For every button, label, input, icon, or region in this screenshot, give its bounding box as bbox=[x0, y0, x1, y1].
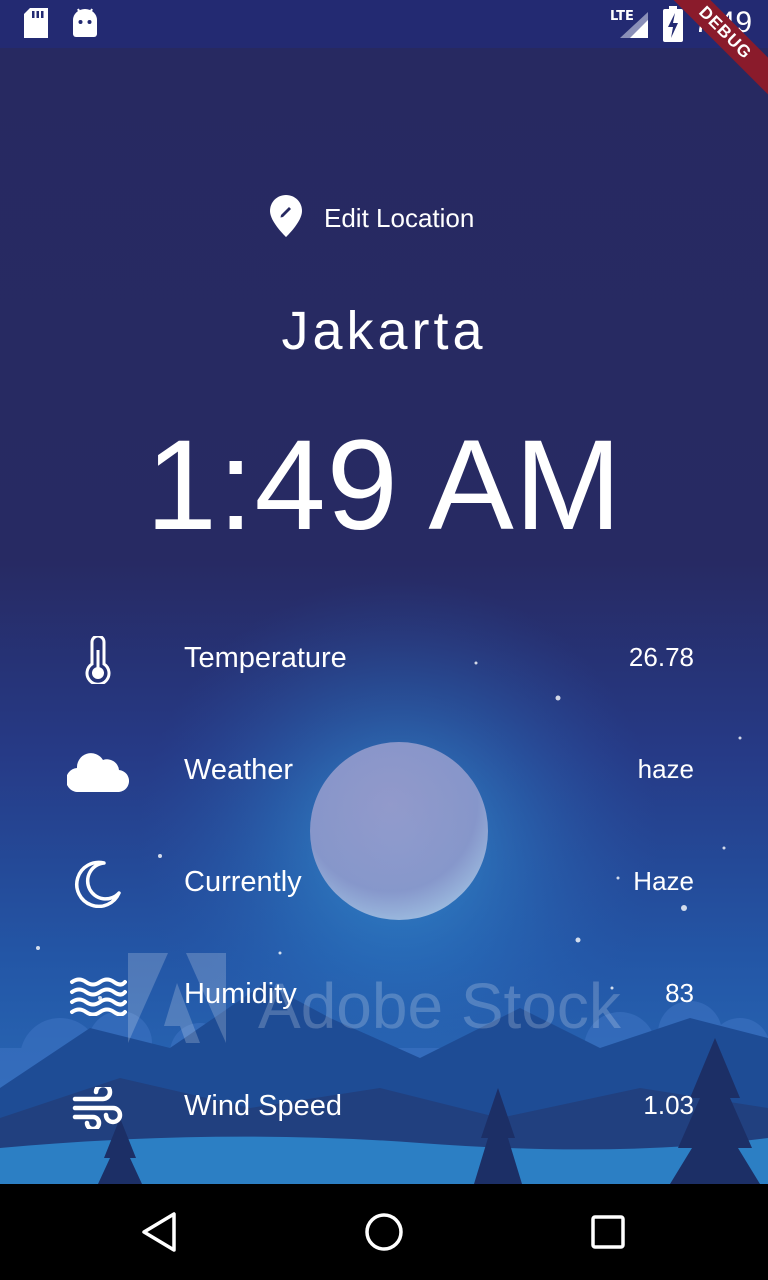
edit-location-button[interactable]: Edit Location bbox=[270, 194, 474, 242]
cloud-icon bbox=[66, 740, 130, 804]
thermometer-icon bbox=[66, 628, 130, 692]
local-time: 1:49 AM bbox=[145, 414, 623, 557]
row-weather: Weather haze bbox=[0, 740, 768, 804]
recents-button[interactable] bbox=[584, 1208, 632, 1256]
row-temperature: Temperature 26.78 bbox=[0, 628, 768, 692]
back-icon bbox=[142, 1212, 176, 1252]
row-label: Temperature bbox=[184, 642, 347, 674]
weather-screen: Adobe Stock Edit Location Jakarta 1:49 A… bbox=[0, 48, 768, 1184]
home-icon bbox=[365, 1213, 403, 1251]
row-currently: Currently Haze bbox=[0, 852, 768, 916]
waves-icon bbox=[66, 964, 130, 1028]
location-edit-icon bbox=[270, 194, 302, 242]
wind-icon bbox=[66, 1076, 130, 1140]
battery-charging-icon bbox=[662, 6, 684, 47]
navigation-bar bbox=[0, 1184, 768, 1280]
status-bar: LTE 7:49 bbox=[0, 0, 768, 48]
back-button[interactable] bbox=[136, 1208, 184, 1256]
row-label: Humidity bbox=[184, 978, 297, 1010]
android-icon bbox=[72, 8, 98, 43]
signal-icon: LTE bbox=[608, 6, 650, 45]
edit-location-label: Edit Location bbox=[324, 202, 475, 233]
row-humidity: Humidity 83 bbox=[0, 964, 768, 1028]
row-value: 83 bbox=[665, 978, 694, 1008]
row-label: Weather bbox=[184, 754, 294, 786]
row-label: Currently bbox=[184, 866, 302, 898]
row-label: Wind Speed bbox=[184, 1090, 342, 1122]
row-wind-speed: Wind Speed 1.03 bbox=[0, 1076, 768, 1140]
screen: LTE 7:49 DEBUG bbox=[0, 0, 768, 1280]
row-value: 26.78 bbox=[628, 642, 694, 672]
city-name: Jakarta bbox=[281, 301, 487, 361]
svg-text:LTE: LTE bbox=[610, 9, 634, 24]
row-value: Haze bbox=[633, 866, 694, 896]
home-button[interactable] bbox=[360, 1208, 408, 1256]
sd-card-icon bbox=[24, 8, 48, 43]
moon-icon bbox=[66, 852, 130, 916]
row-value: 1.03 bbox=[643, 1090, 694, 1120]
row-value: haze bbox=[637, 754, 694, 784]
recents-icon bbox=[591, 1215, 625, 1249]
